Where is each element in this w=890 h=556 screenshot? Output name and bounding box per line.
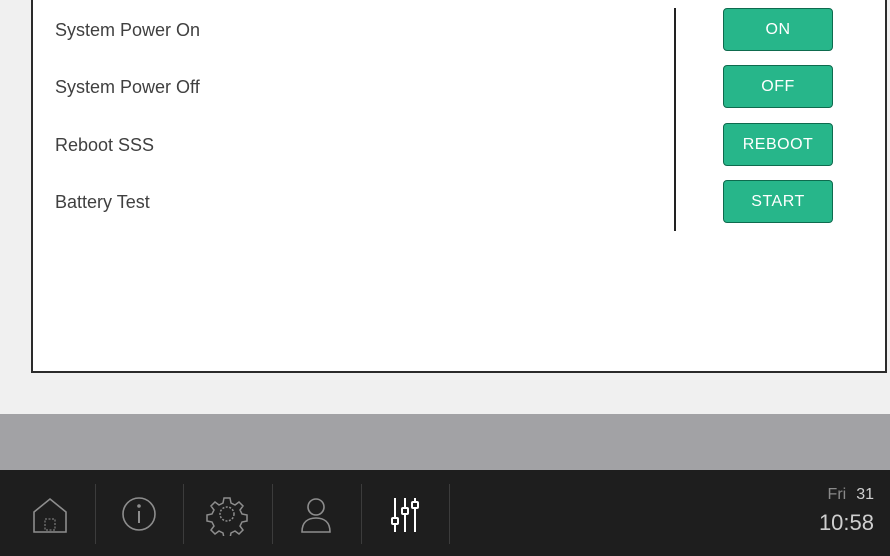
reboot-sss-button[interactable]: REBOOT bbox=[723, 123, 833, 166]
clock: Fri 31 10:58 bbox=[819, 486, 874, 536]
taskbar-settings-button[interactable] bbox=[185, 482, 269, 546]
system-power-on-button[interactable]: ON bbox=[723, 8, 833, 51]
taskbar-separator bbox=[361, 484, 362, 544]
taskbar: Fri 31 10:58 bbox=[0, 470, 890, 556]
clock-day: Fri bbox=[827, 486, 847, 503]
taskbar-home-button[interactable] bbox=[8, 482, 92, 546]
taskbar-user-button[interactable] bbox=[274, 482, 358, 546]
taskbar-separator bbox=[95, 484, 96, 544]
taskbar-adjust-button[interactable] bbox=[363, 482, 447, 546]
status-band bbox=[0, 414, 890, 470]
clock-time: 10:58 bbox=[818, 510, 874, 535]
taskbar-separator bbox=[449, 484, 450, 544]
column-divider bbox=[674, 8, 676, 231]
battery-test-start-button[interactable]: START bbox=[723, 180, 833, 223]
taskbar-separator bbox=[183, 484, 184, 544]
taskbar-separator bbox=[272, 484, 273, 544]
home-icon bbox=[33, 497, 67, 533]
info-icon bbox=[122, 497, 156, 531]
row-label-reboot-sss: Reboot SSS bbox=[55, 135, 155, 155]
system-power-off-button[interactable]: OFF bbox=[723, 65, 833, 108]
clock-date: Fri 31 bbox=[819, 486, 874, 504]
user-icon bbox=[301, 498, 331, 533]
clock-day-number: 31 bbox=[856, 486, 874, 503]
sliders-icon bbox=[391, 498, 419, 532]
gear-icon bbox=[206, 497, 248, 536]
row-label-system-power-on: System Power On bbox=[55, 20, 201, 40]
taskbar-info-button[interactable] bbox=[97, 482, 181, 546]
row-label-battery-test: Battery Test bbox=[55, 192, 150, 212]
row-label-system-power-off: System Power Off bbox=[55, 77, 200, 97]
